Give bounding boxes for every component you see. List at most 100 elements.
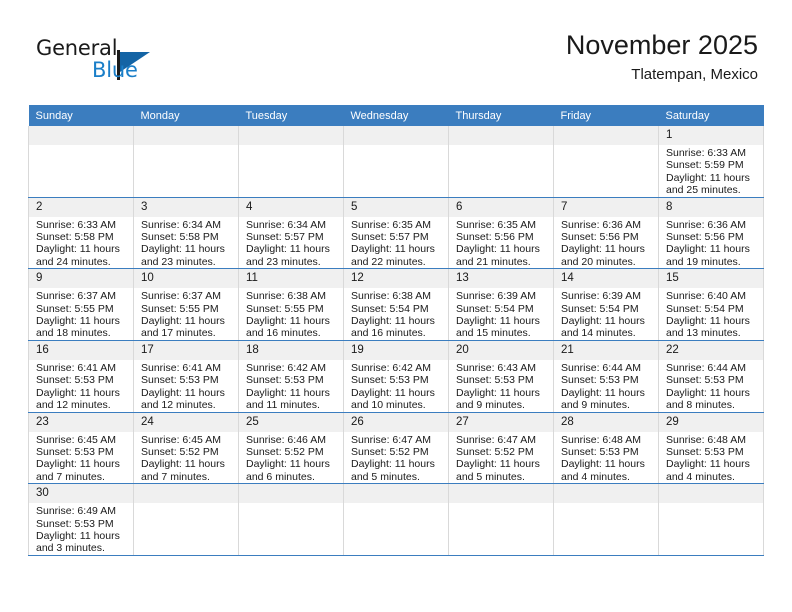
calendar-day-cell[interactable]: 6 Sunrise: 6:35 AM Sunset: 5:56 PM Daylight…: [448, 197, 554, 270]
day-number: 29: [659, 412, 763, 432]
sunrise-text: Sunrise: 6:42 AM: [246, 361, 326, 374]
calendar-day-cell[interactable]: 29 Sunrise: 6:48 AM Sunset: 5:53 PM Dayligh…: [658, 412, 764, 485]
daylight-text-line2: and 19 minutes.: [666, 255, 741, 268]
daylight-text-line1: Daylight: 11 hours: [36, 315, 120, 328]
day-sun-info: Sunrise: 6:44 AM Sunset: 5:53 PM Daylight:…: [659, 360, 763, 412]
logo-text-blue: Blue: [92, 58, 138, 82]
sunset-text: Sunset: 5:53 PM: [666, 374, 744, 387]
calendar-day-cell[interactable]: 11 Sunrise: 6:38 AM Sunset: 5:55 PM Dayligh…: [238, 268, 344, 341]
sunrise-text: Sunrise: 6:33 AM: [36, 218, 116, 231]
sunrise-text: Sunrise: 6:47 AM: [456, 433, 536, 446]
daylight-text-line1: Daylight: 11 hours: [36, 243, 120, 256]
sunrise-text: Sunrise: 6:46 AM: [246, 433, 326, 446]
calendar-day-cell[interactable]: 30 Sunrise: 6:49 AM Sunset: 5:53 PM Dayligh…: [28, 483, 134, 556]
sunset-text: Sunset: 5:55 PM: [36, 302, 114, 315]
day-number: [554, 484, 658, 504]
weekday-header-friday: Friday: [553, 105, 659, 126]
calendar-day-cell[interactable]: 18 Sunrise: 6:42 AM Sunset: 5:53 PM Dayligh…: [238, 340, 344, 413]
calendar-day-cell[interactable]: 1 Sunrise: 6:33 AM Sunset: 5:59 PM Daylight…: [658, 126, 764, 198]
sunset-text: Sunset: 5:53 PM: [36, 374, 114, 387]
weekday-header-row: Sunday Monday Tuesday Wednesday Thursday…: [28, 105, 764, 126]
sunrise-text: Sunrise: 6:43 AM: [456, 361, 536, 374]
daylight-text-line1: Daylight: 11 hours: [666, 243, 750, 256]
calendar-day-cell[interactable]: 14 Sunrise: 6:39 AM Sunset: 5:54 PM Dayligh…: [553, 268, 659, 341]
day-sun-info: Sunrise: 6:38 AM Sunset: 5:54 PM Daylight:…: [344, 288, 448, 340]
day-number: 5: [344, 197, 448, 217]
calendar-day-cell[interactable]: 13 Sunrise: 6:39 AM Sunset: 5:54 PM Dayligh…: [448, 268, 554, 341]
sunrise-text: Sunrise: 6:38 AM: [246, 290, 326, 303]
calendar-grid: Sunday Monday Tuesday Wednesday Thursday…: [28, 105, 764, 556]
day-number: 24: [134, 412, 238, 432]
daylight-text-line2: and 17 minutes.: [141, 327, 216, 340]
day-number: 16: [29, 340, 133, 360]
daylight-text-line2: and 9 minutes.: [561, 399, 630, 412]
day-sun-info: Sunrise: 6:33 AM Sunset: 5:58 PM Daylight:…: [29, 217, 133, 269]
day-sun-info: Sunrise: 6:39 AM Sunset: 5:54 PM Daylight:…: [449, 288, 553, 340]
sunset-text: Sunset: 5:56 PM: [456, 231, 534, 244]
day-sun-info: Sunrise: 6:36 AM Sunset: 5:56 PM Daylight:…: [554, 217, 658, 269]
calendar-day-cell[interactable]: 5 Sunrise: 6:35 AM Sunset: 5:57 PM Daylight…: [343, 197, 449, 270]
daylight-text-line2: and 7 minutes.: [36, 470, 105, 483]
calendar-day-cell[interactable]: 26 Sunrise: 6:47 AM Sunset: 5:52 PM Dayligh…: [343, 412, 449, 485]
day-number: 19: [344, 340, 448, 360]
calendar-day-cell[interactable]: 20 Sunrise: 6:43 AM Sunset: 5:53 PM Dayligh…: [448, 340, 554, 413]
calendar-week-row: 2 Sunrise: 6:33 AM Sunset: 5:58 PM Daylight…: [28, 197, 764, 270]
day-sun-info: Sunrise: 6:38 AM Sunset: 5:55 PM Daylight:…: [239, 288, 343, 340]
day-number: 10: [134, 269, 238, 289]
sunset-text: Sunset: 5:56 PM: [561, 231, 639, 244]
daylight-text-line2: and 8 minutes.: [666, 399, 735, 412]
daylight-text-line2: and 18 minutes.: [36, 327, 111, 340]
sunset-text: Sunset: 5:53 PM: [561, 445, 639, 458]
calendar-day-cell[interactable]: 25 Sunrise: 6:46 AM Sunset: 5:52 PM Dayligh…: [238, 412, 344, 485]
day-number: 3: [134, 197, 238, 217]
daylight-text-line2: and 23 minutes.: [141, 255, 216, 268]
calendar-day-cell[interactable]: 24 Sunrise: 6:45 AM Sunset: 5:52 PM Dayligh…: [133, 412, 239, 485]
calendar-day-cell[interactable]: 2 Sunrise: 6:33 AM Sunset: 5:58 PM Daylight…: [28, 197, 134, 270]
day-number: [134, 126, 238, 145]
day-number: 20: [449, 340, 553, 360]
calendar-day-cell[interactable]: 19 Sunrise: 6:42 AM Sunset: 5:53 PM Dayligh…: [343, 340, 449, 413]
day-sun-info: Sunrise: 6:42 AM Sunset: 5:53 PM Daylight:…: [239, 360, 343, 412]
calendar-day-cell[interactable]: 15 Sunrise: 6:40 AM Sunset: 5:54 PM Dayligh…: [658, 268, 764, 341]
daylight-text-line1: Daylight: 11 hours: [141, 243, 225, 256]
sunrise-text: Sunrise: 6:35 AM: [456, 218, 536, 231]
page-header: General Blue November 2025 Tlatempan, Me…: [28, 28, 764, 100]
calendar-day-cell[interactable]: 10 Sunrise: 6:37 AM Sunset: 5:55 PM Dayligh…: [133, 268, 239, 341]
calendar-day-cell[interactable]: 16 Sunrise: 6:41 AM Sunset: 5:53 PM Dayligh…: [28, 340, 134, 413]
sunrise-text: Sunrise: 6:35 AM: [351, 218, 431, 231]
calendar-day-cell[interactable]: 8 Sunrise: 6:36 AM Sunset: 5:56 PM Daylight…: [658, 197, 764, 270]
sunset-text: Sunset: 5:52 PM: [246, 445, 324, 458]
day-number: 22: [659, 340, 763, 360]
day-number: 15: [659, 269, 763, 289]
calendar-day-cell[interactable]: 7 Sunrise: 6:36 AM Sunset: 5:56 PM Daylight…: [553, 197, 659, 270]
calendar-day-cell[interactable]: 28 Sunrise: 6:48 AM Sunset: 5:53 PM Dayligh…: [553, 412, 659, 485]
sunrise-text: Sunrise: 6:41 AM: [141, 361, 221, 374]
calendar-page: General Blue November 2025 Tlatempan, Me…: [0, 0, 792, 612]
calendar-day-cell[interactable]: 23 Sunrise: 6:45 AM Sunset: 5:53 PM Dayligh…: [28, 412, 134, 485]
daylight-text-line2: and 7 minutes.: [141, 470, 210, 483]
calendar-day-cell[interactable]: 12 Sunrise: 6:38 AM Sunset: 5:54 PM Dayligh…: [343, 268, 449, 341]
daylight-text-line1: Daylight: 11 hours: [246, 243, 330, 256]
calendar-empty-cell: [238, 483, 344, 556]
sunrise-text: Sunrise: 6:40 AM: [666, 290, 746, 303]
general-blue-logo[interactable]: General Blue: [36, 36, 206, 88]
sunrise-text: Sunrise: 6:38 AM: [351, 290, 431, 303]
sunset-text: Sunset: 5:53 PM: [36, 445, 114, 458]
day-sun-info: Sunrise: 6:36 AM Sunset: 5:56 PM Daylight:…: [659, 217, 763, 269]
daylight-text-line2: and 4 minutes.: [666, 470, 735, 483]
calendar-day-cell[interactable]: 17 Sunrise: 6:41 AM Sunset: 5:53 PM Dayligh…: [133, 340, 239, 413]
day-sun-info: Sunrise: 6:45 AM Sunset: 5:52 PM Daylight:…: [134, 432, 238, 484]
weekday-header-thursday: Thursday: [448, 105, 554, 126]
calendar-day-cell[interactable]: 21 Sunrise: 6:44 AM Sunset: 5:53 PM Dayligh…: [553, 340, 659, 413]
daylight-text-line1: Daylight: 11 hours: [456, 315, 540, 328]
sunset-text: Sunset: 5:52 PM: [351, 445, 429, 458]
daylight-text-line1: Daylight: 11 hours: [666, 386, 750, 399]
calendar-day-cell[interactable]: 27 Sunrise: 6:47 AM Sunset: 5:52 PM Dayligh…: [448, 412, 554, 485]
calendar-day-cell[interactable]: 3 Sunrise: 6:34 AM Sunset: 5:58 PM Daylight…: [133, 197, 239, 270]
day-sun-info: Sunrise: 6:48 AM Sunset: 5:53 PM Daylight:…: [659, 432, 763, 484]
sunset-text: Sunset: 5:53 PM: [456, 374, 534, 387]
calendar-day-cell[interactable]: 9 Sunrise: 6:37 AM Sunset: 5:55 PM Daylight…: [28, 268, 134, 341]
calendar-day-cell[interactable]: 22 Sunrise: 6:44 AM Sunset: 5:53 PM Dayligh…: [658, 340, 764, 413]
day-number: 12: [344, 269, 448, 289]
calendar-day-cell[interactable]: 4 Sunrise: 6:34 AM Sunset: 5:57 PM Daylight…: [238, 197, 344, 270]
